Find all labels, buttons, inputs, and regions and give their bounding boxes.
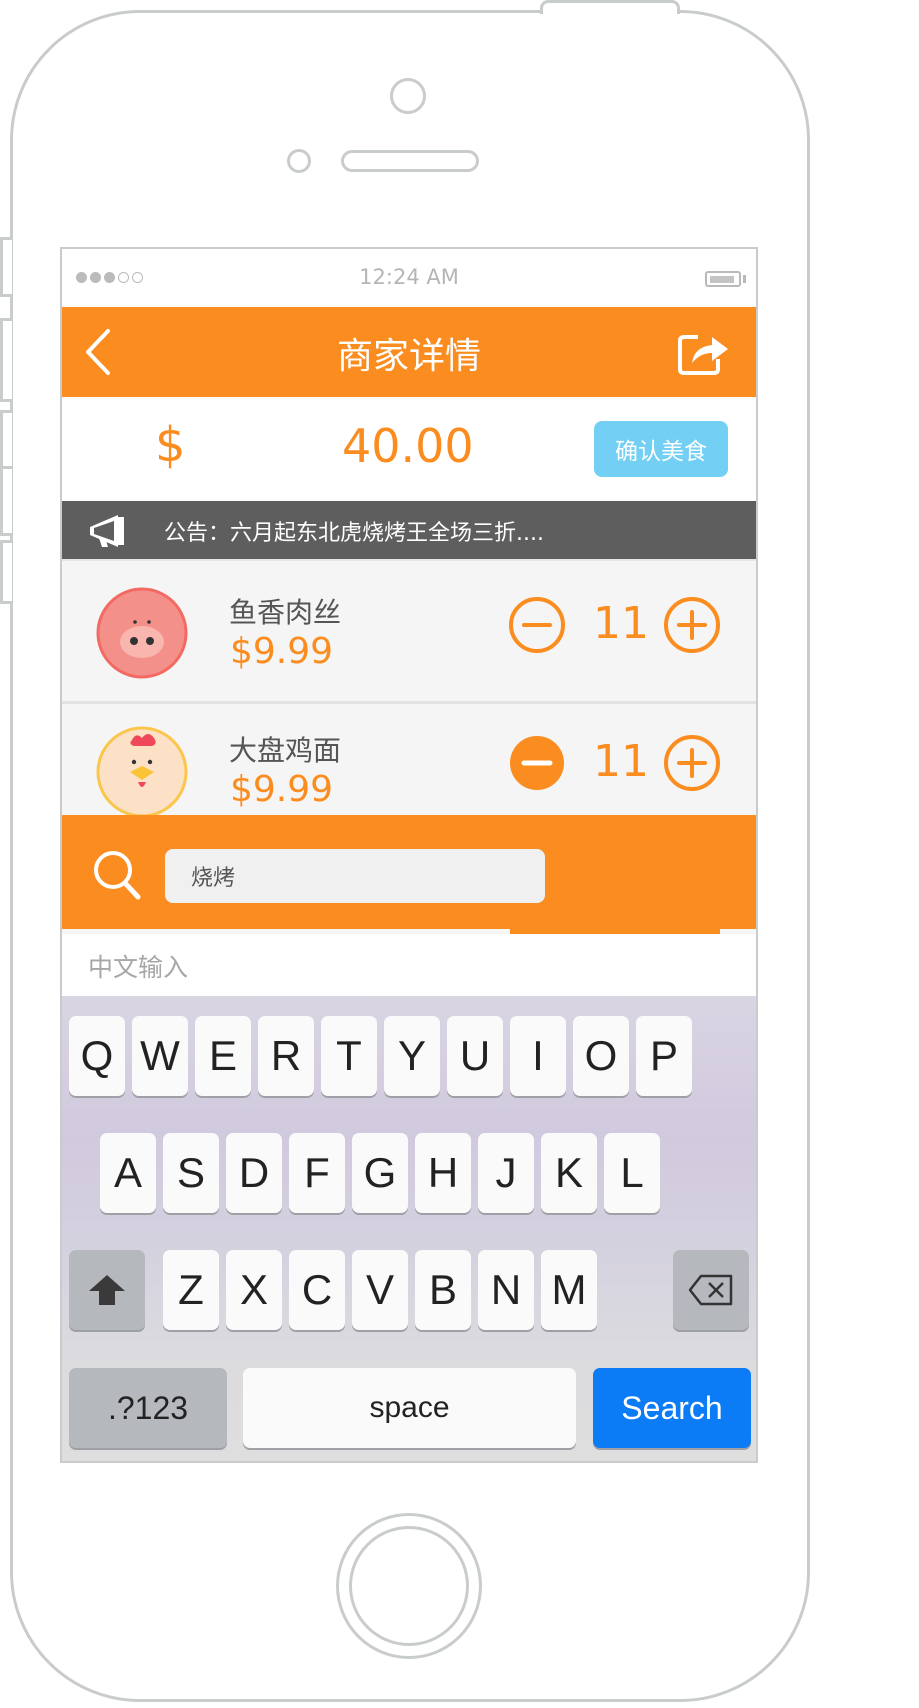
key-t[interactable]: T <box>321 1016 377 1096</box>
front-camera <box>390 78 426 114</box>
item-price: $9.99 <box>230 769 334 810</box>
key-d[interactable]: D <box>226 1133 282 1213</box>
search-icon[interactable] <box>92 849 142 901</box>
battery-icon <box>705 271 741 287</box>
home-button-inner <box>349 1526 469 1646</box>
key-g[interactable]: G <box>352 1133 408 1213</box>
item-quantity: 11 <box>593 598 649 649</box>
status-time: 12:24 AM <box>359 265 459 289</box>
key-k[interactable]: K <box>541 1133 597 1213</box>
confirm-food-button[interactable]: 确认美食 <box>594 421 728 477</box>
battery-cap <box>743 275 746 283</box>
keyboard: Q W E R T Y U I O P A S D F G H J K L Z … <box>62 996 756 1461</box>
list-item: 鱼香肉丝 $9.99 11 <box>62 561 756 701</box>
price-bar: $ 40.00 确认美食 <box>62 397 756 501</box>
minus-icon[interactable] <box>508 596 566 654</box>
currency-symbol: $ <box>155 417 186 473</box>
key-y[interactable]: Y <box>384 1016 440 1096</box>
screen: 12:24 AM 商家详情 $ 40.00 确认美食 公告：六月起东北虎烧烤王全… <box>60 247 758 1463</box>
total-amount: 40.00 <box>342 419 474 473</box>
proximity-sensor <box>287 149 311 173</box>
key-q[interactable]: Q <box>69 1016 125 1096</box>
nav-bar: 商家详情 <box>62 307 756 397</box>
key-c[interactable]: C <box>289 1250 345 1330</box>
item-name: 大盘鸡面 <box>229 734 342 767</box>
key-m[interactable]: M <box>541 1250 597 1330</box>
search-key[interactable]: Search <box>593 1368 751 1448</box>
key-v[interactable]: V <box>352 1250 408 1330</box>
share-icon[interactable] <box>674 325 732 379</box>
announcement-text: 公告：六月起东北虎烧烤王全场三折.... <box>164 521 544 546</box>
battery-level <box>710 276 734 283</box>
key-r[interactable]: R <box>258 1016 314 1096</box>
search-input[interactable] <box>165 849 545 903</box>
chicken-icon <box>96 726 188 818</box>
key-i[interactable]: I <box>510 1016 566 1096</box>
key-o[interactable]: O <box>573 1016 629 1096</box>
minus-icon[interactable] <box>508 734 566 792</box>
item-name: 鱼香肉丝 <box>229 596 342 629</box>
item-quantity: 11 <box>593 736 649 787</box>
status-bar: 12:24 AM <box>62 249 756 307</box>
key-l[interactable]: L <box>604 1133 660 1213</box>
key-x[interactable]: X <box>226 1250 282 1330</box>
key-a[interactable]: A <box>100 1133 156 1213</box>
key-e[interactable]: E <box>195 1016 251 1096</box>
key-f[interactable]: F <box>289 1133 345 1213</box>
page-title: 商家详情 <box>336 336 481 377</box>
ime-label: 中文输入 <box>88 953 189 982</box>
shift-key[interactable] <box>69 1250 145 1330</box>
plus-icon[interactable] <box>663 734 721 792</box>
side-button <box>0 466 12 536</box>
key-j[interactable]: J <box>478 1133 534 1213</box>
item-price: $9.99 <box>230 631 334 672</box>
search-bar <box>62 815 756 929</box>
power-button <box>540 0 680 14</box>
megaphone-icon <box>90 515 124 547</box>
side-button-lower <box>0 540 12 604</box>
announcement-bar: 公告：六月起东北虎烧烤王全场三折.... <box>62 501 756 559</box>
pig-icon <box>96 587 188 679</box>
backspace-key[interactable] <box>673 1250 749 1330</box>
earpiece-speaker <box>341 150 479 172</box>
volume-up-button <box>0 318 12 402</box>
ime-candidate-bar: 中文输入 <box>62 934 756 996</box>
key-b[interactable]: B <box>415 1250 471 1330</box>
numbers-key[interactable]: .?123 <box>69 1368 227 1448</box>
backspace-icon <box>688 1274 733 1306</box>
key-p[interactable]: P <box>636 1016 692 1096</box>
space-key[interactable]: space <box>243 1368 576 1448</box>
key-s[interactable]: S <box>163 1133 219 1213</box>
mute-switch <box>0 237 12 297</box>
shift-arrow-icon <box>89 1275 125 1305</box>
key-n[interactable]: N <box>478 1250 534 1330</box>
plus-icon[interactable] <box>663 596 721 654</box>
key-w[interactable]: W <box>132 1016 188 1096</box>
key-z[interactable]: Z <box>163 1250 219 1330</box>
key-u[interactable]: U <box>447 1016 503 1096</box>
key-h[interactable]: H <box>415 1133 471 1213</box>
